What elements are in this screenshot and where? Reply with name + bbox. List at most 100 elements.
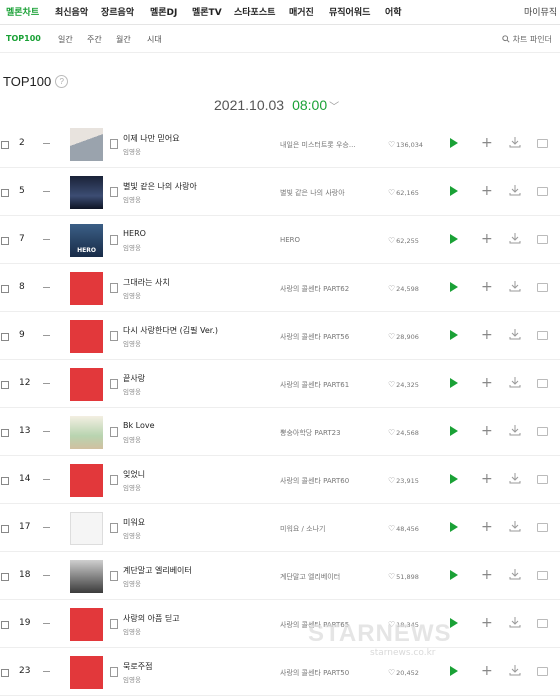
- artist-name[interactable]: 임영웅: [123, 338, 141, 348]
- song-info-icon[interactable]: [110, 235, 118, 245]
- mv-icon[interactable]: [537, 619, 548, 628]
- select-checkbox[interactable]: [1, 285, 9, 293]
- album-name[interactable]: 계단말고 엘리베이터: [280, 572, 380, 582]
- album-cover[interactable]: [70, 608, 103, 641]
- album-name[interactable]: 사랑의 콜센타 PART62: [280, 284, 380, 294]
- nav-melon-chart[interactable]: 멜론차트: [6, 5, 39, 18]
- download-icon[interactable]: [509, 664, 521, 676]
- download-icon[interactable]: [509, 280, 521, 292]
- chart-datetime[interactable]: 2021.10.03 08:00 ﹀: [214, 97, 339, 113]
- tab-monthly[interactable]: 월간: [116, 34, 131, 45]
- select-checkbox[interactable]: [1, 141, 9, 149]
- tab-weekly[interactable]: 주간: [87, 34, 102, 45]
- download-icon[interactable]: [509, 136, 521, 148]
- song-title[interactable]: HERO: [123, 229, 146, 238]
- mv-icon[interactable]: [537, 427, 548, 436]
- song-info-icon[interactable]: [110, 523, 118, 533]
- song-info-icon[interactable]: [110, 283, 118, 293]
- add-icon[interactable]: +: [481, 135, 493, 151]
- artist-name[interactable]: 임영웅: [123, 242, 141, 252]
- select-checkbox[interactable]: [1, 189, 9, 197]
- song-title[interactable]: 계단말고 엘리베이터: [123, 565, 192, 576]
- artist-name[interactable]: 임영웅: [123, 626, 141, 636]
- artist-name[interactable]: 임영웅: [123, 290, 141, 300]
- select-checkbox[interactable]: [1, 621, 9, 629]
- download-icon[interactable]: [509, 232, 521, 244]
- song-info-icon[interactable]: [110, 427, 118, 437]
- download-icon[interactable]: [509, 184, 521, 196]
- play-icon[interactable]: [450, 138, 458, 148]
- album-name[interactable]: 사랑의 콜센타 PART61: [280, 380, 380, 390]
- play-icon[interactable]: [450, 282, 458, 292]
- select-checkbox[interactable]: [1, 669, 9, 677]
- tab-daily[interactable]: 일간: [58, 34, 73, 45]
- artist-name[interactable]: 임영웅: [123, 578, 141, 588]
- add-icon[interactable]: +: [481, 519, 493, 535]
- like-button[interactable]: ♡62,165: [388, 188, 419, 197]
- download-icon[interactable]: [509, 424, 521, 436]
- play-icon[interactable]: [450, 570, 458, 580]
- download-icon[interactable]: [509, 568, 521, 580]
- add-icon[interactable]: +: [481, 231, 493, 247]
- add-icon[interactable]: +: [481, 375, 493, 391]
- add-icon[interactable]: +: [481, 423, 493, 439]
- like-button[interactable]: ♡48,456: [388, 524, 419, 533]
- album-name[interactable]: 미워요 / 소나기: [280, 524, 380, 534]
- mv-icon[interactable]: [537, 667, 548, 676]
- album-cover[interactable]: [70, 656, 103, 689]
- select-checkbox[interactable]: [1, 525, 9, 533]
- song-title[interactable]: 묵로주점: [123, 661, 152, 672]
- artist-name[interactable]: 임영웅: [123, 434, 141, 444]
- select-checkbox[interactable]: [1, 429, 9, 437]
- like-button[interactable]: ♡62,255: [388, 236, 419, 245]
- tab-era[interactable]: 시대: [147, 34, 162, 45]
- song-info-icon[interactable]: [110, 379, 118, 389]
- play-icon[interactable]: [450, 474, 458, 484]
- album-cover[interactable]: [70, 416, 103, 449]
- like-button[interactable]: ♡20,452: [388, 668, 419, 677]
- song-title[interactable]: 미워요: [123, 517, 145, 528]
- add-icon[interactable]: +: [481, 183, 493, 199]
- nav-genre-music[interactable]: 장르음악: [101, 5, 134, 18]
- mv-icon[interactable]: [537, 571, 548, 580]
- artist-name[interactable]: 임영웅: [123, 482, 141, 492]
- select-checkbox[interactable]: [1, 477, 9, 485]
- album-name[interactable]: 사랑의 콜센타 PART50: [280, 668, 380, 678]
- add-icon[interactable]: +: [481, 663, 493, 679]
- play-icon[interactable]: [450, 522, 458, 532]
- song-title[interactable]: Bk Love: [123, 421, 155, 430]
- song-title[interactable]: 끝사랑: [123, 373, 145, 384]
- album-cover[interactable]: [70, 512, 103, 545]
- album-name[interactable]: 별빛 같은 나의 사랑아: [280, 188, 380, 198]
- song-info-icon[interactable]: [110, 187, 118, 197]
- album-cover[interactable]: [70, 176, 103, 209]
- nav-my-music[interactable]: 마이뮤직: [524, 5, 557, 18]
- album-cover[interactable]: [70, 368, 103, 401]
- mv-icon[interactable]: [537, 283, 548, 292]
- album-cover[interactable]: [70, 128, 103, 161]
- like-button[interactable]: ♡24,598: [388, 284, 419, 293]
- download-icon[interactable]: [509, 376, 521, 388]
- chart-finder-button[interactable]: 차트 파인더: [502, 34, 552, 45]
- download-icon[interactable]: [509, 616, 521, 628]
- album-cover[interactable]: [70, 320, 103, 353]
- mv-icon[interactable]: [537, 475, 548, 484]
- select-checkbox[interactable]: [1, 237, 9, 245]
- mv-icon[interactable]: [537, 235, 548, 244]
- song-title[interactable]: 그대라는 사치: [123, 277, 170, 288]
- select-checkbox[interactable]: [1, 333, 9, 341]
- album-cover[interactable]: [70, 464, 103, 497]
- song-title[interactable]: 별빛 같은 나의 사랑아: [123, 181, 197, 192]
- song-title[interactable]: 사랑의 아픔 딛고: [123, 613, 180, 624]
- select-checkbox[interactable]: [1, 381, 9, 389]
- play-icon[interactable]: [450, 234, 458, 244]
- select-checkbox[interactable]: [1, 573, 9, 581]
- tab-top100[interactable]: TOP100: [6, 34, 41, 43]
- nav-language[interactable]: 어학: [385, 5, 402, 18]
- help-icon[interactable]: ?: [55, 75, 69, 88]
- like-button[interactable]: ♡23,915: [388, 476, 419, 485]
- nav-melon-tv[interactable]: 멜론TV: [192, 5, 222, 18]
- mv-icon[interactable]: [537, 187, 548, 196]
- album-name[interactable]: 뽕숭아학당 PART23: [280, 428, 380, 438]
- album-cover[interactable]: HERO: [70, 224, 103, 257]
